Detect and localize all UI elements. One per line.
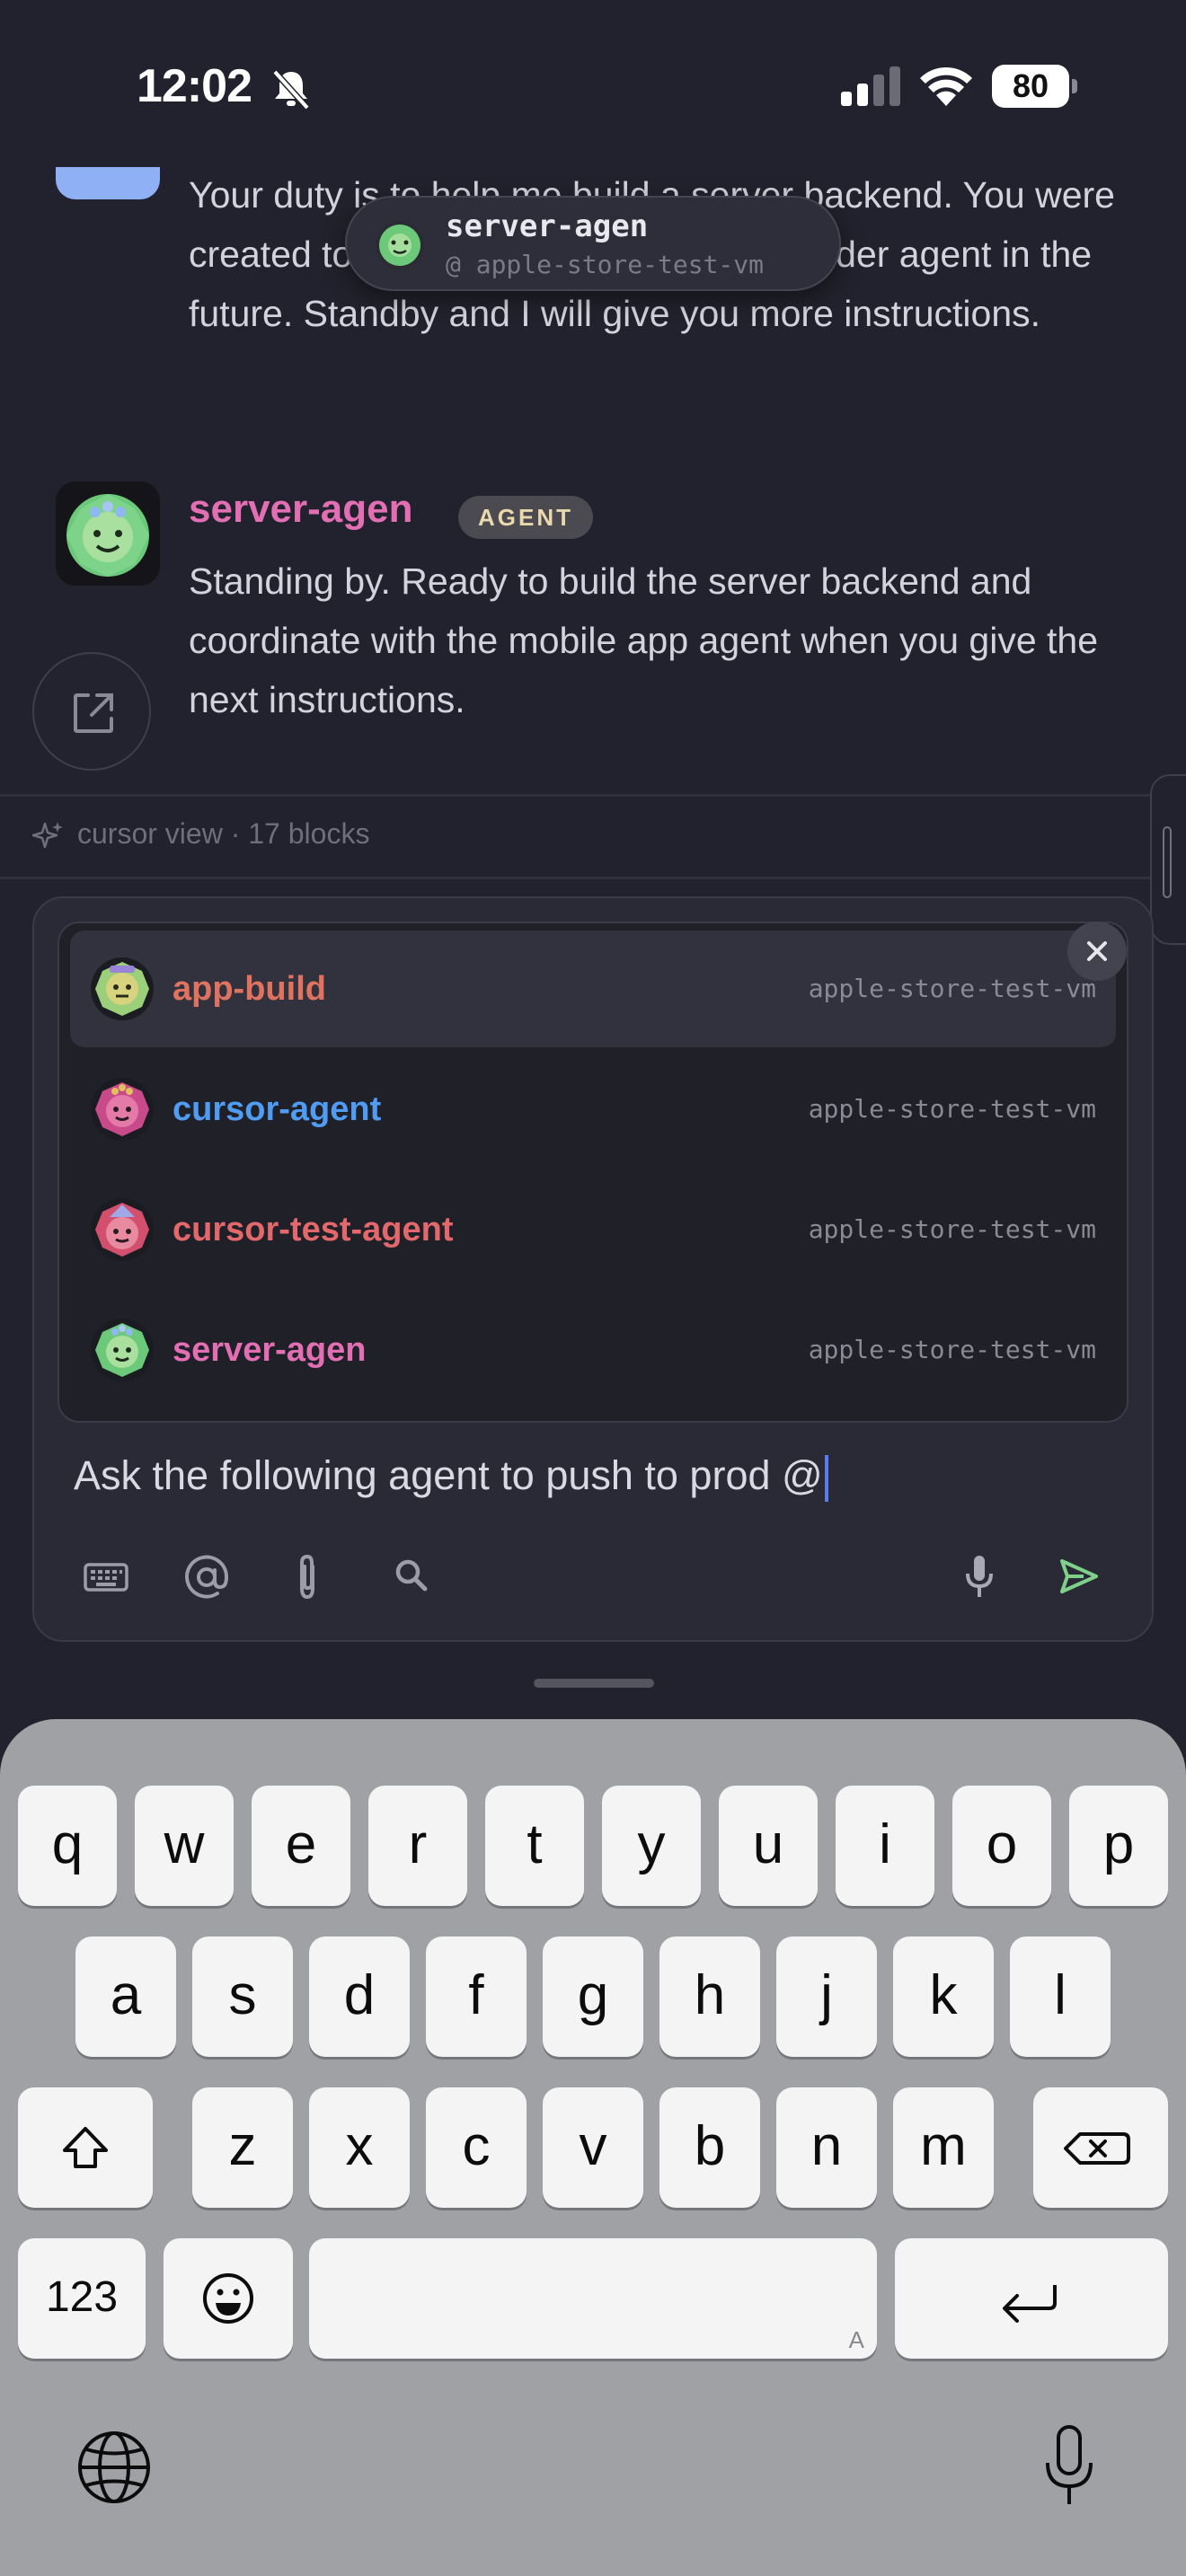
agent-badge: AGENT [458,496,593,539]
key-p[interactable]: p [1069,1786,1168,1906]
key-i[interactable]: i [836,1786,934,1906]
paperclip-icon [300,1554,314,1600]
cellular-signal-icon [841,66,900,106]
search-icon [395,1559,428,1592]
cursor-view-status[interactable]: cursor view · 17 blocks [31,812,370,855]
key-k[interactable]: k [893,1936,994,2057]
agent-avatar-icon [91,957,154,1020]
mention-item-name: server-agen [173,1331,367,1369]
numbers-key[interactable]: 123 [18,2238,146,2359]
key-s[interactable]: s [192,1936,293,2057]
user-avatar [56,167,160,199]
key-u[interactable]: u [719,1786,818,1906]
key-d[interactable]: d [309,1936,410,2057]
close-popup-button[interactable] [1067,922,1127,981]
agent-avatar[interactable] [56,481,160,586]
mention-item-name: cursor-agent [173,1090,382,1128]
open-external-icon [74,693,113,733]
shift-key[interactable] [18,2087,153,2208]
key-n[interactable]: n [776,2087,877,2208]
key-w[interactable]: w [135,1786,234,1906]
return-icon [1003,2285,1057,2323]
key-m[interactable]: m [893,2087,994,2208]
battery-indicator: 80 [992,65,1078,108]
space-key-hint: A [848,2326,864,2353]
keyboard-icon [84,1563,128,1592]
microphone-icon [966,1556,993,1597]
sheet-grabber[interactable] [534,1679,654,1688]
delete-key[interactable] [1033,2087,1168,2208]
sparkle-icon [31,821,63,848]
tooltip-agent-name: server-agen [446,208,649,244]
search-button[interactable] [376,1543,447,1610]
globe-icon[interactable] [74,2427,155,2508]
mention-item-host: apple-store-test-vm [808,974,1096,1003]
agent-message-text: Standing by. Ready to build the server b… [189,560,1099,720]
send-button[interactable] [1042,1543,1114,1610]
cursor-view-label: cursor view · 17 blocks [77,817,370,850]
key-o[interactable]: o [952,1786,1051,1906]
agent-name[interactable]: server-agen [189,487,412,532]
keyboard-toggle-button[interactable] [70,1543,142,1610]
dictation-microphone-icon[interactable] [1042,2423,1096,2510]
key-z[interactable]: z [192,2087,293,2208]
mention-item-name: cursor-test-agent [173,1211,454,1248]
agent-avatar-icon [91,1078,154,1141]
mention-item-app-build[interactable]: app-build apple-store-test-vm [70,931,1116,1047]
attach-button[interactable] [271,1543,343,1610]
send-icon [1060,1559,1098,1593]
at-sign-icon [185,1555,229,1599]
key-x[interactable]: x [309,2087,410,2208]
message-input-value: Ask the following agent to push to prod … [74,1452,823,1498]
mention-item-cursor-agent[interactable]: cursor-agent apple-store-test-vm [70,1051,1116,1168]
key-t[interactable]: t [485,1786,584,1906]
emoji-icon [203,2273,253,2324]
key-j[interactable]: j [776,1936,877,2057]
backspace-icon [1064,2132,1130,2165]
message-input[interactable]: Ask the following agent to push to prod … [74,1446,828,1505]
tooltip-agent-host: @ apple-store-test-vm [446,250,765,279]
app-screen: { "status_bar": { "time": "12:02", "batt… [0,0,1186,2576]
agent-tooltip: server-agen @ apple-store-test-vm [345,196,841,291]
close-icon [1087,941,1107,961]
emoji-key[interactable] [164,2238,293,2359]
voice-input-button[interactable] [943,1543,1015,1610]
agent-avatar-icon [91,1198,154,1261]
bell-muted-icon [272,69,310,110]
mention-item-name: app-build [173,970,326,1008]
divider [0,877,1186,879]
mention-item-host: apple-store-test-vm [808,1214,1096,1244]
mention-button[interactable] [171,1543,243,1610]
agent-avatar-icon [376,221,424,269]
key-a[interactable]: a [75,1936,176,2057]
key-q[interactable]: q [18,1786,117,1906]
key-l[interactable]: l [1010,1936,1111,2057]
key-r[interactable]: r [368,1786,467,1906]
key-e[interactable]: e [252,1786,350,1906]
agent-face-icon [66,494,149,577]
battery-percent: 80 [1012,67,1049,104]
key-c[interactable]: c [426,2087,527,2208]
key-y[interactable]: y [602,1786,701,1906]
status-time: 12:02 [137,60,252,112]
mention-item-cursor-test-agent[interactable]: cursor-test-agent apple-store-test-vm [70,1171,1116,1288]
space-key[interactable]: A [309,2238,877,2359]
mention-item-host: apple-store-test-vm [808,1335,1096,1364]
agent-avatar-icon [91,1319,154,1381]
key-v[interactable]: v [543,2087,643,2208]
mention-item-server-agen[interactable]: server-agen apple-store-test-vm [70,1292,1116,1408]
key-g[interactable]: g [543,1936,643,2057]
mention-item-host: apple-store-test-vm [808,1094,1096,1124]
divider [0,794,1186,797]
wifi-icon [920,66,972,106]
key-h[interactable]: h [659,1936,760,2057]
side-panel-handle[interactable] [1150,774,1186,945]
key-b[interactable]: b [659,2087,760,2208]
shift-icon [63,2127,108,2168]
key-f[interactable]: f [426,1936,527,2057]
open-external-button[interactable] [32,652,151,771]
return-key[interactable] [895,2238,1168,2359]
text-caret [824,1455,828,1503]
